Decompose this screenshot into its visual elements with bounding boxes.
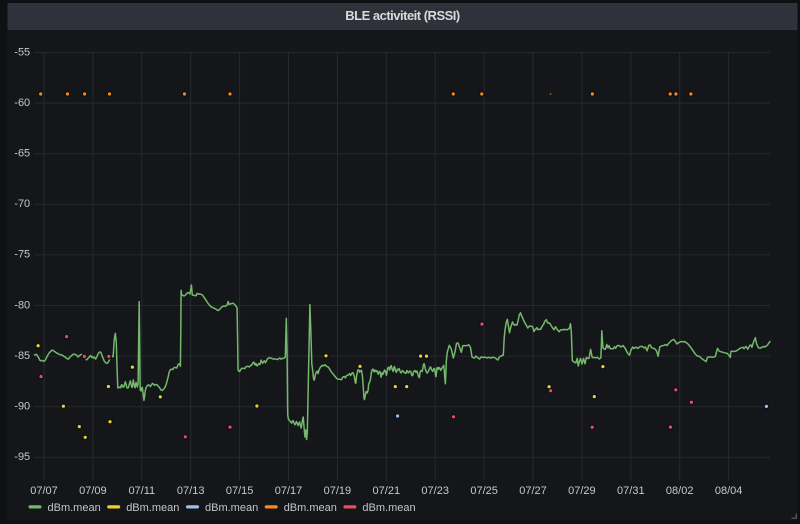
svg-text:-95: -95 (14, 451, 30, 463)
svg-text:-70: -70 (14, 198, 30, 210)
svg-text:07/29: 07/29 (568, 485, 596, 497)
svg-text:07/11: 07/11 (128, 485, 155, 497)
svg-text:dBm.mean: dBm.mean (48, 502, 101, 514)
svg-text:07/17: 07/17 (275, 485, 303, 497)
svg-text:-60: -60 (14, 97, 30, 109)
svg-text:07/19: 07/19 (324, 485, 352, 497)
svg-text:07/09: 07/09 (79, 485, 107, 497)
svg-text:-75: -75 (14, 249, 30, 261)
svg-text:BLE activiteit (RSSI): BLE activiteit (RSSI) (345, 8, 460, 23)
svg-text:07/13: 07/13 (177, 485, 205, 497)
svg-text:07/27: 07/27 (519, 485, 547, 497)
svg-text:dBm.mean: dBm.mean (284, 502, 337, 514)
svg-text:dBm.mean: dBm.mean (205, 502, 258, 514)
svg-text:07/31: 07/31 (617, 485, 645, 497)
svg-text:dBm.mean: dBm.mean (362, 502, 415, 514)
svg-text:08/02: 08/02 (666, 485, 694, 497)
svg-text:-80: -80 (14, 299, 30, 311)
svg-text:07/21: 07/21 (373, 485, 401, 497)
svg-text:07/25: 07/25 (470, 485, 498, 497)
svg-text:07/07: 07/07 (30, 485, 58, 497)
svg-text:-85: -85 (14, 350, 30, 362)
svg-text:-55: -55 (14, 46, 30, 58)
svg-text:-65: -65 (14, 148, 30, 160)
svg-text:-90: -90 (14, 401, 30, 413)
svg-text:07/15: 07/15 (226, 485, 254, 497)
svg-text:07/23: 07/23 (421, 485, 449, 497)
svg-text:dBm.mean: dBm.mean (126, 502, 179, 514)
svg-text:08/04: 08/04 (715, 485, 743, 497)
